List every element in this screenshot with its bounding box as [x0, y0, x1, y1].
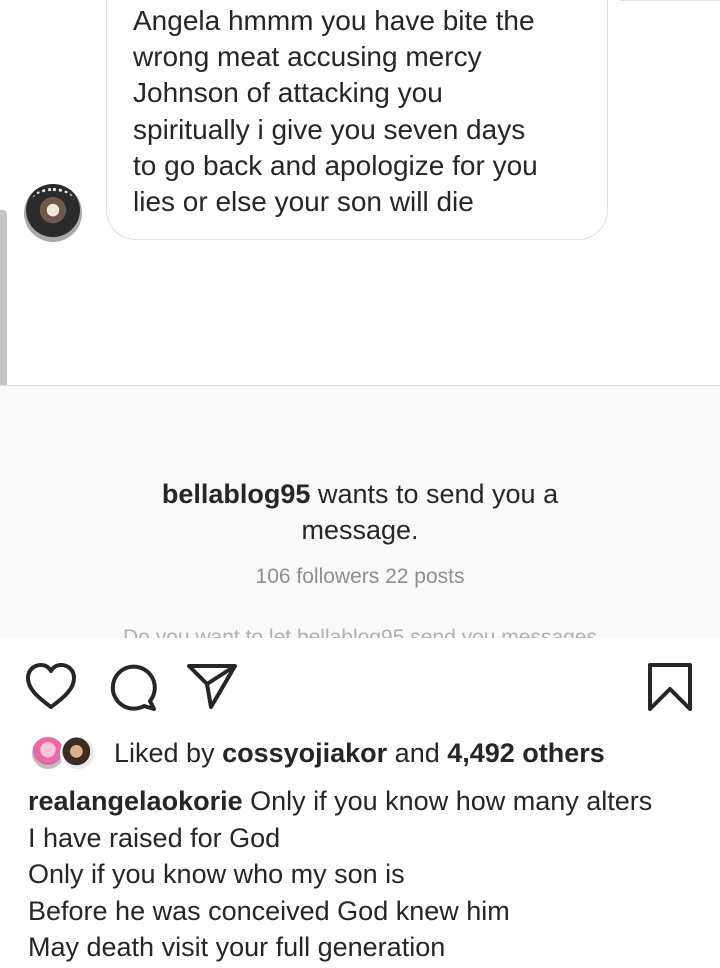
dm-screenshot: Angela hmmm you have bite the wrong meat… [0, 0, 720, 638]
avatar-halo [32, 188, 74, 213]
message-line: lies or else your son will die [133, 186, 474, 218]
caption-line: I have raised for God [28, 822, 281, 853]
message-line: spiritually i give you seven days [133, 113, 526, 145]
screen: Angela hmmm you have bite the wrong meat… [0, 0, 720, 968]
message-text: Angela hmmm you have bite the wrong meat… [133, 3, 603, 220]
divider [620, 0, 720, 1]
message-request-title: bellablog95 wants to send you a message. [0, 476, 720, 548]
request-stats: 106 followers 22 posts [255, 565, 465, 588]
request-text: wants to send you a [310, 479, 559, 509]
caption-first-line: Only if you know how many alters [242, 786, 653, 816]
share-icon[interactable] [185, 660, 239, 714]
message-line: wrong meat accusing mercy [133, 41, 482, 73]
message-line: to go back and apologize for you [133, 149, 538, 181]
likes-row: Liked by cossyojiakor and 4,492 others [0, 733, 720, 775]
likes-prefix: Liked by [114, 738, 223, 768]
liker-username[interactable]: cossyojiakor [222, 738, 387, 768]
likes-count[interactable]: 4,492 others [447, 738, 605, 768]
request-username[interactable]: bellablog95 [162, 479, 311, 509]
caption-author[interactable]: realangelaokorie [28, 786, 243, 816]
request-cutoff-text: Do you want to let bellablog95 send you … [123, 626, 597, 638]
comment-icon[interactable] [106, 660, 160, 714]
caption-line: Before he was conceived God knew him [28, 895, 510, 926]
message-line: Angela hmmm you have bite the [133, 5, 535, 36]
likes-text[interactable]: Liked by cossyojiakor and 4,492 others [114, 733, 605, 773]
message-line: Johnson of attacking you [133, 77, 443, 109]
bookmark-icon[interactable] [643, 660, 697, 714]
sender-avatar[interactable] [24, 184, 82, 242]
caption-line: Only if you know who my son is [28, 859, 405, 889]
post-caption: realangelaokorie Only if you know how ma… [28, 783, 708, 966]
request-text-line2: message. [301, 515, 419, 545]
liker-avatar[interactable] [60, 735, 96, 771]
caption-line: May death visit your full generation [28, 932, 446, 962]
likes-middle: and [387, 738, 448, 768]
heart-icon[interactable] [24, 660, 78, 714]
post-action-bar [0, 638, 720, 733]
caption-line: realangelaokorie Only if you know how ma… [28, 783, 708, 820]
